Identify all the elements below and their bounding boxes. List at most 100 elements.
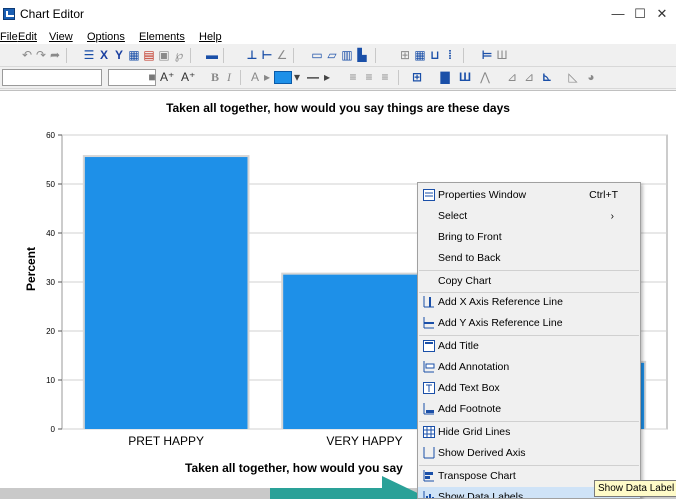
grid-icon[interactable]: ▣ [157, 48, 171, 62]
add-annotation-icon[interactable]: ▱ [325, 48, 339, 62]
align-center-icon[interactable]: ≡ [362, 70, 376, 84]
lasso-icon[interactable]: ℘ [172, 48, 186, 62]
title-bar: Chart Editor — ☐ ✕ [0, 0, 676, 30]
minimize-button[interactable]: — [608, 5, 628, 23]
grid-lines-icon[interactable]: ⊞ [398, 48, 412, 62]
transpose-icon[interactable]: ⊨ [480, 48, 494, 62]
menu-item-label: Add Annotation [438, 361, 510, 373]
menu-item-label: Add Text Box [438, 382, 500, 394]
italic-icon[interactable]: I [222, 70, 236, 84]
menu-item-add-annotation[interactable]: Add Annotation [418, 357, 640, 378]
y-tick-label: 30 [46, 278, 55, 287]
add-footnote-icon [423, 403, 434, 415]
transpose-chart-icon [423, 470, 434, 482]
menu-item-label: Show Data Labels [438, 491, 524, 499]
menu-item-label: Copy Chart [438, 275, 492, 287]
menu-options[interactable]: Options [87, 30, 125, 44]
bar[interactable] [84, 157, 248, 430]
data-labels-icon [423, 491, 434, 498]
hide-grid-icon[interactable]: ▦ [413, 48, 427, 62]
add-textbox-icon[interactable]: ▥ [340, 48, 354, 62]
menu-edit[interactable]: Edit [18, 30, 37, 44]
chart-title[interactable]: Taken all together, how would you say th… [166, 101, 510, 115]
bold-icon[interactable]: B [208, 70, 222, 84]
chart-options-icon[interactable]: ◺ [566, 70, 580, 84]
redo-back-icon[interactable]: ↷ [34, 48, 48, 62]
context-menu: Properties Window Ctrl+T Select › Bring … [417, 182, 641, 499]
window-title: Chart Editor [20, 7, 85, 21]
y-tick-label: 50 [46, 180, 55, 189]
menu-item-add-y-reference[interactable]: Add Y Axis Reference Line [418, 313, 640, 334]
y-reference-line-icon [423, 317, 434, 329]
menu-item-send-to-back[interactable]: Send to Back [418, 248, 640, 269]
add-text-box-icon [423, 382, 435, 394]
edit-chart-icon[interactable]: ▦ [127, 48, 141, 62]
y-axis-title[interactable]: Percent [24, 247, 38, 291]
area-chart-icon[interactable]: ⊿ [505, 70, 519, 84]
x-tick-label: VERY HAPPY [326, 434, 402, 448]
menu-view[interactable]: View [49, 30, 73, 44]
bar-icon[interactable]: ▇ [438, 70, 452, 84]
fit-icon[interactable]: ⊿ [522, 70, 536, 84]
x-axis-icon[interactable]: X [97, 48, 111, 62]
grid-lines-icon [423, 426, 435, 438]
derived-axis-icon[interactable]: ⊔ [428, 48, 442, 62]
fill-color-icon[interactable] [274, 71, 292, 84]
menu-item-label: Add Footnote [438, 403, 502, 415]
y-tick-label: 10 [46, 376, 55, 385]
maximize-button[interactable]: ☐ [630, 5, 650, 23]
menu-item-show-derived-axis[interactable]: Show Derived Axis [418, 443, 640, 464]
dropdown-arrow-icon[interactable]: ▸ [262, 70, 272, 84]
line-style-icon[interactable]: — [303, 70, 323, 84]
text-color-icon[interactable]: A [248, 70, 262, 84]
menu-help[interactable]: Help [199, 30, 222, 44]
align-left-icon[interactable]: ≡ [346, 70, 360, 84]
menu-item-label: Transpose Chart [438, 470, 516, 482]
properties-icon[interactable]: ☰ [82, 48, 96, 62]
redo-icon[interactable]: ➦ [48, 48, 62, 62]
fit-line-icon[interactable]: ∠ [275, 48, 289, 62]
menu-item-hide-grid-lines[interactable]: Hide Grid Lines [418, 422, 640, 443]
menu-elements[interactable]: Elements [139, 30, 185, 44]
bar-chart2-icon[interactable]: Ш [458, 70, 472, 84]
x-axis-title[interactable]: Taken all together, how would you say [185, 461, 403, 475]
properties-window-icon [423, 189, 435, 201]
y-axis-icon[interactable]: Y [112, 48, 126, 62]
menu-item-add-footnote[interactable]: Add Footnote [418, 399, 640, 420]
menu-item-label: Hide Grid Lines [438, 426, 511, 438]
add-x-reference-icon[interactable]: ⊥ [245, 48, 259, 62]
bar-chart-icon[interactable]: Ш [495, 48, 509, 62]
fill-dropdown-icon[interactable]: ▾ [292, 70, 302, 84]
add-footnote-icon[interactable]: ▙ [355, 48, 369, 62]
line-dropdown-icon[interactable]: ▸ [322, 70, 332, 84]
menu-item-select[interactable]: Select › [418, 206, 640, 227]
x-tick-label: PRET HAPPY [128, 434, 204, 448]
fill-swatch-icon[interactable]: ■ [145, 70, 159, 84]
toolbar-format: ■ A⁺ A⁺ B I A ▸ ▾ — ▸ ≡ ≡ ≡ ⊞ ▇ Ш ⋀ ⊿ ⊿ … [0, 67, 676, 89]
menu-item-add-title[interactable]: Add Title [418, 336, 640, 357]
text-size-up-alt-icon[interactable]: A⁺ [181, 70, 195, 84]
menu-item-copy-chart[interactable]: Copy Chart [418, 271, 640, 292]
close-button[interactable]: ✕ [652, 5, 672, 23]
menu-item-add-text-box[interactable]: Add Text Box [418, 378, 640, 399]
chart-editor-icon [3, 8, 15, 20]
font-combo[interactable] [2, 69, 102, 86]
window-icon[interactable]: ▬ [205, 48, 219, 62]
text-size-up-icon[interactable]: A⁺ [160, 70, 174, 84]
menu-item-label: Select [438, 210, 468, 222]
add-title-icon[interactable]: ▭ [310, 48, 324, 62]
menu-item-bring-to-front[interactable]: Bring to Front [418, 227, 640, 248]
annotation-arrow-icon [270, 476, 430, 499]
menu-item-add-x-reference[interactable]: Add X Axis Reference Line [418, 292, 640, 313]
legend-icon[interactable]: ⁞ [443, 48, 457, 62]
add-y-reference-icon[interactable]: ⊢ [260, 48, 274, 62]
table-icon[interactable]: ⊞ [410, 70, 424, 84]
align-right-icon[interactable]: ≡ [378, 70, 392, 84]
stacked-icon[interactable]: ⊾ [540, 70, 554, 84]
menu-item-properties-window[interactable]: Properties Window Ctrl+T [418, 185, 640, 206]
chart-data-icon[interactable]: ▤ [142, 48, 156, 62]
line-chart-icon[interactable]: ⋀ [478, 70, 492, 84]
menu-file[interactable]: File [0, 30, 18, 44]
pie-icon[interactable]: ◕ [584, 70, 598, 84]
undo-icon[interactable]: ↶ [20, 48, 34, 62]
